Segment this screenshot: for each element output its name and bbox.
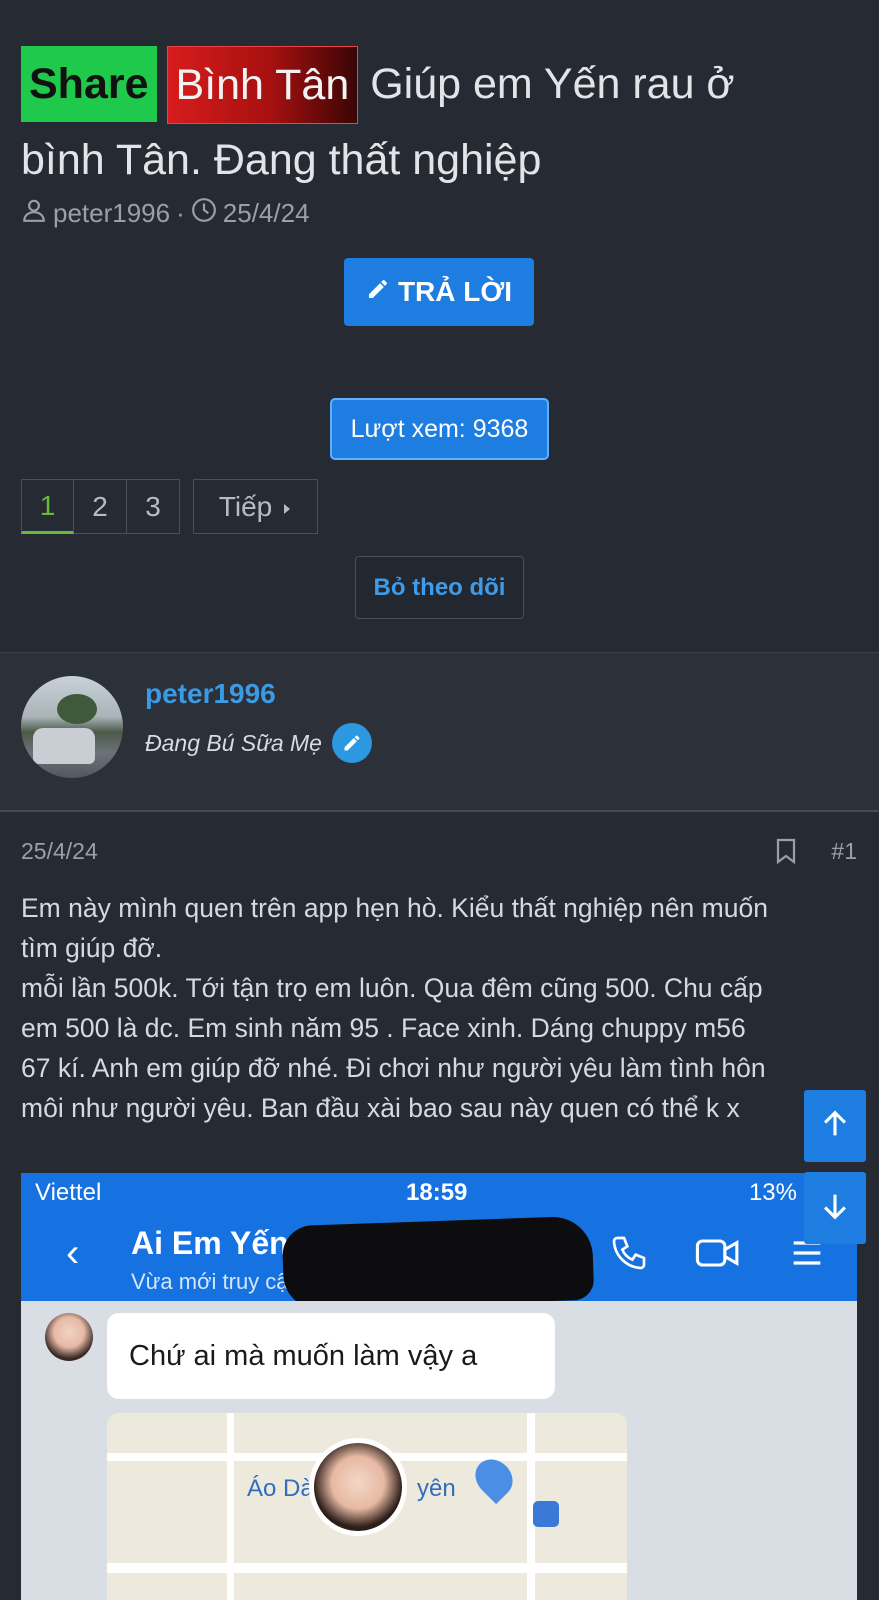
chat-area: Chứ ai mà muốn làm vậy a Áo Dà yên	[21, 1301, 857, 1600]
phone-status-bar: Viettel 18:59 13%	[21, 1173, 857, 1211]
scroll-down-button[interactable]	[804, 1172, 866, 1244]
thread-meta: peter1996 · 25/4/24	[21, 197, 310, 230]
post-line: 67 kí. Anh em giúp đỡ nhé. Đi chơi như n…	[21, 1053, 766, 1083]
avatar[interactable]	[21, 676, 123, 778]
unwatch-button[interactable]: Bỏ theo dõi	[355, 556, 524, 619]
map-card: Áo Dà yên	[107, 1413, 627, 1600]
pagination: 1 2 3 Tiếp	[21, 479, 318, 534]
carrier: Viettel	[35, 1179, 102, 1206]
chat-header: ‹ Ai Em Yến 0 Vừa mới truy cập	[21, 1211, 857, 1311]
clock-icon	[191, 197, 217, 230]
title-line-1: Giúp em Yến rau ở	[370, 60, 735, 108]
post-header: 25/4/24 #1	[21, 838, 857, 868]
user-title-text: Đang Bú Sữa Mẹ	[145, 729, 322, 756]
video-icon	[694, 1233, 742, 1278]
chat-header-icons	[609, 1233, 827, 1278]
phone-time: 18:59	[406, 1179, 468, 1206]
map-road	[107, 1563, 627, 1573]
phone-icon	[609, 1233, 649, 1278]
thread-title: Share Bình Tân Giúp em Yến rau ở bình Tân…	[21, 46, 841, 196]
views-badge: Lượt xem: 9368	[330, 398, 549, 460]
post-date[interactable]: 25/4/24	[21, 838, 98, 864]
post-body: Em này mình quen trên app hẹn hò. Kiểu t…	[21, 888, 856, 1128]
chat-avatar	[45, 1313, 93, 1361]
location-avatar-pin	[309, 1438, 407, 1536]
post-line: môi như người yêu. Ban đầu xài bao sau n…	[21, 1093, 740, 1123]
bus-stop-icon	[533, 1501, 559, 1527]
page-3[interactable]: 3	[127, 479, 180, 534]
next-label: Tiếp	[218, 490, 273, 522]
battery: 13%	[748, 1179, 797, 1206]
thread-header: Share Bình Tân Giúp em Yến rau ở bình Tân…	[0, 0, 879, 652]
chat-bubble: Chứ ai mà muốn làm vậy a	[107, 1313, 555, 1399]
post-line: em 500 là dc. Em sinh năm 95 . Face xinh…	[21, 1013, 746, 1043]
back-icon: ‹	[66, 1231, 80, 1275]
post-line: tìm giúp đỡ.	[21, 933, 163, 963]
reply-button[interactable]: TRẢ LỜI	[344, 258, 534, 326]
caret-right-icon	[282, 491, 292, 523]
meta-separator: ·	[176, 198, 185, 228]
page-1[interactable]: 1	[21, 479, 74, 534]
pencil-badge-icon	[331, 723, 372, 763]
arrow-up-icon	[818, 1107, 852, 1146]
user-title: Đang Bú Sữa Mẹ	[145, 723, 372, 763]
avatar-tree	[57, 694, 97, 724]
map-label: Áo Dà	[247, 1475, 314, 1502]
page-2[interactable]: 2	[74, 479, 127, 534]
reply-label: TRẢ LỜI	[397, 276, 513, 307]
prefix-area[interactable]: Bình Tân	[166, 46, 359, 124]
post-line: mỗi lần 500k. Tới tận trọ em luôn. Qua đ…	[21, 973, 763, 1003]
post-user-block: peter1996 Đang Bú Sữa Mẹ	[0, 652, 879, 812]
contact-status: Vừa mới truy cập	[131, 1269, 301, 1294]
user-icon	[21, 197, 47, 230]
next-page-button[interactable]: Tiếp	[193, 479, 318, 534]
title-line-2: bình Tân. Đang thất nghiệp	[21, 136, 542, 184]
pencil-icon	[366, 276, 390, 308]
bookmark-icon[interactable]	[775, 838, 797, 870]
map-label: yên	[417, 1475, 456, 1502]
thread-date[interactable]: 25/4/24	[223, 198, 310, 229]
embedded-screenshot[interactable]: Viettel 18:59 13% ‹ Ai Em Yến 0 Vừa mới …	[21, 1173, 857, 1600]
arrow-down-icon	[818, 1189, 852, 1228]
post-number[interactable]: #1	[831, 838, 857, 865]
prefix-share[interactable]: Share	[21, 46, 157, 122]
thread-author[interactable]: peter1996	[53, 198, 170, 229]
post-line: Em này mình quen trên app hẹn hò. Kiểu t…	[21, 893, 768, 923]
scroll-up-button[interactable]	[804, 1090, 866, 1162]
post-username[interactable]: peter1996	[145, 678, 276, 710]
avatar-car	[33, 728, 95, 764]
censor-scribble	[281, 1215, 595, 1311]
